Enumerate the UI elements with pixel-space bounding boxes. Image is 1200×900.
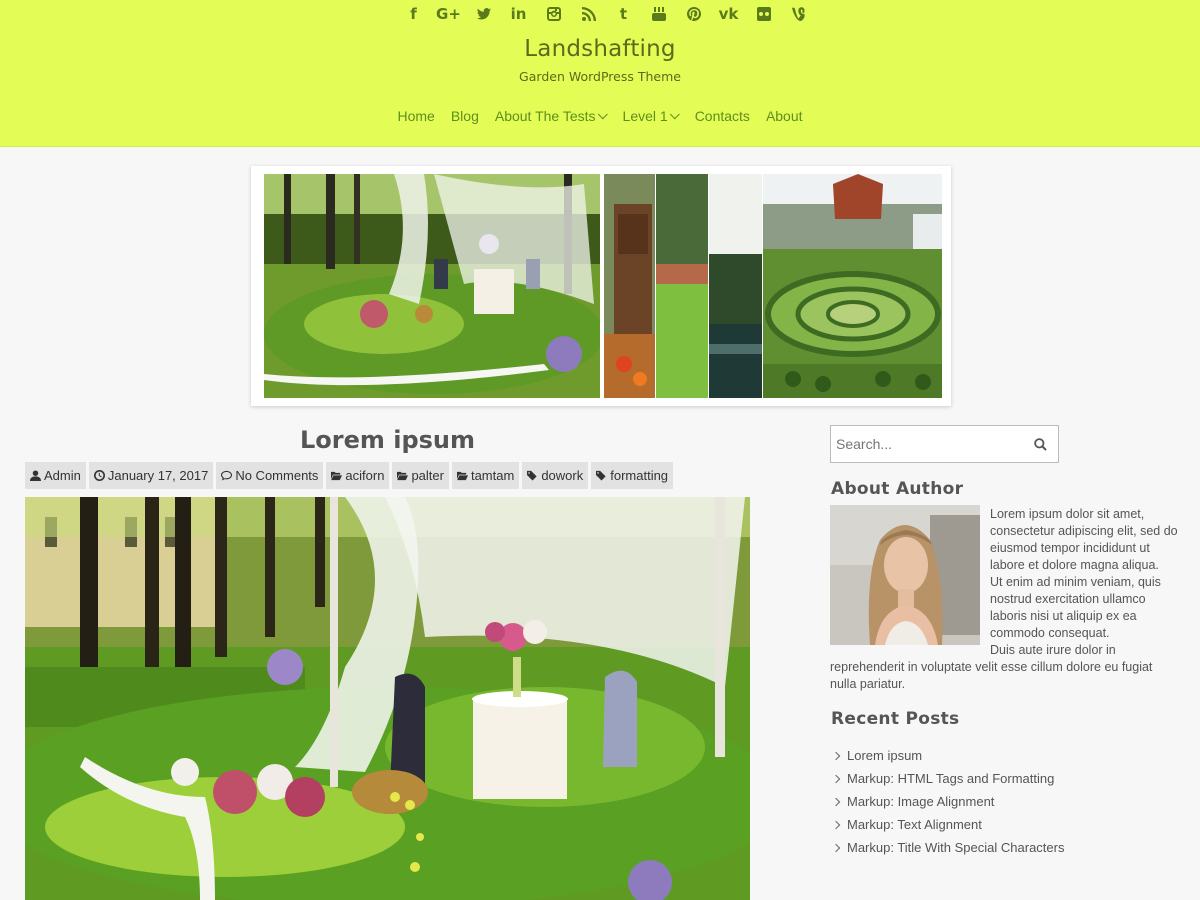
about-author-title: About Author — [831, 479, 964, 499]
recent-post-item[interactable]: Markup: HTML Tags and Formatting — [831, 767, 1064, 790]
search-input[interactable] — [831, 426, 1022, 462]
chevron-right-icon — [831, 820, 841, 829]
category-link[interactable]: palter — [392, 462, 449, 489]
about-author-paragraph: Ut enim ad minim veniam, quis nostrud ex… — [990, 575, 1161, 640]
tags-icon — [596, 470, 606, 481]
chevron-down-icon — [669, 108, 680, 119]
about-author-paragraph: Duis aute irure dolor in reprehenderit i… — [830, 643, 1153, 691]
banner-photo-formal-garden — [763, 174, 942, 398]
chevron-down-icon — [597, 108, 608, 119]
nav-about-label: About — [765, 108, 803, 124]
post-author-name: Admin — [44, 468, 81, 483]
category-link[interactable]: tamtam — [451, 462, 520, 489]
tag-label: dowork — [541, 468, 584, 483]
google-plus-icon[interactable]: G+ — [431, 2, 466, 26]
recent-post-item[interactable]: Lorem ipsum — [831, 744, 1064, 767]
site-header: f G+ in t vk Landshafting Garden WordPre… — [0, 0, 1200, 147]
recent-post-item[interactable]: Markup: Image Alignment — [831, 790, 1064, 813]
recent-post-item[interactable]: Markup: Title With Special Characters — [831, 836, 1065, 859]
post-author[interactable]: Admin — [25, 462, 86, 489]
chevron-right-icon — [831, 797, 841, 806]
nav-home-label: Home — [397, 108, 435, 124]
clock-icon — [93, 470, 105, 481]
instagram-icon[interactable] — [536, 2, 571, 26]
post-meta: Admin January 17, 2017 No Comments acifo… — [25, 462, 674, 489]
category-link[interactable]: aciforn — [326, 462, 390, 489]
recent-post-label: Markup: Title With Special Characters — [847, 840, 1065, 855]
folder-open-icon — [397, 471, 409, 481]
nav-contacts[interactable]: Contacts — [687, 106, 758, 126]
site-title[interactable]: Landshafting — [0, 36, 1200, 62]
recent-post-label: Lorem ipsum — [847, 748, 923, 763]
post-comments[interactable]: No Comments — [216, 462, 324, 489]
nav-contacts-label: Contacts — [694, 108, 750, 124]
tag-label: formatting — [610, 468, 669, 483]
nav-level-1-label: Level 1 — [622, 108, 668, 124]
nav-level-1[interactable]: Level 1 — [615, 106, 687, 126]
recent-posts-list: Lorem ipsum Markup: HTML Tags and Format… — [831, 744, 1065, 859]
search-form — [830, 425, 1059, 463]
banner-photo-wooden-door — [604, 174, 655, 398]
youtube-icon[interactable] — [641, 2, 676, 26]
post-date[interactable]: January 17, 2017 — [88, 462, 214, 489]
site-description: Garden WordPress Theme — [519, 69, 681, 84]
twitter-icon[interactable] — [466, 2, 501, 26]
tag-link[interactable]: formatting — [591, 462, 674, 489]
recent-post-label: Markup: HTML Tags and Formatting — [847, 771, 1055, 786]
chevron-right-icon — [831, 843, 841, 852]
recent-post-label: Markup: Image Alignment — [847, 794, 995, 809]
category-label: tamtam — [470, 468, 515, 483]
author-photo — [830, 505, 980, 645]
post-date-text: January 17, 2017 — [107, 468, 209, 483]
tag-link[interactable]: dowork — [522, 462, 589, 489]
header-banner-image — [251, 166, 951, 406]
banner-photo-garden-curtains — [264, 174, 600, 398]
flickr-icon[interactable] — [746, 2, 781, 26]
nav-about-the-tests-label: About The Tests — [494, 108, 596, 124]
rss-icon[interactable] — [571, 2, 606, 26]
post-featured-image[interactable] — [25, 497, 750, 900]
nav-blog-label: Blog — [450, 108, 479, 124]
nav-about-the-tests[interactable]: About The Tests — [487, 106, 615, 126]
banner-photo-pond — [709, 174, 762, 398]
linkedin-icon[interactable]: in — [501, 2, 536, 26]
nav-about[interactable]: About — [758, 106, 811, 126]
nav-blog[interactable]: Blog — [443, 106, 487, 126]
pinterest-icon[interactable] — [676, 2, 711, 26]
social-links: f G+ in t vk — [396, 2, 816, 26]
recent-post-item[interactable]: Markup: Text Alignment — [831, 813, 1064, 836]
tumblr-icon[interactable]: t — [606, 2, 641, 26]
recent-post-label: Markup: Text Alignment — [847, 817, 982, 832]
chevron-right-icon — [831, 751, 841, 760]
post-title[interactable]: Lorem ipsum — [25, 426, 750, 454]
comment-icon — [221, 470, 233, 481]
chevron-right-icon — [831, 774, 841, 783]
category-label: palter — [411, 468, 444, 483]
search-button[interactable] — [1022, 426, 1058, 462]
user-icon — [30, 470, 41, 481]
recent-posts-title: Recent Posts — [831, 709, 960, 729]
main-navigation: Home Blog About The Tests Level 1 Contac… — [0, 106, 1200, 126]
nav-home[interactable]: Home — [389, 106, 442, 126]
about-author-paragraph: Lorem ipsum dolor sit amet, consectetur … — [990, 507, 1178, 572]
folder-open-icon — [331, 471, 343, 481]
tags-icon — [527, 470, 537, 481]
search-icon — [1033, 437, 1047, 451]
vk-icon[interactable]: vk — [711, 2, 746, 26]
vine-icon[interactable] — [781, 2, 816, 26]
facebook-icon[interactable]: f — [396, 2, 431, 26]
post-comments-text: No Comments — [235, 468, 319, 483]
folder-open-icon — [456, 471, 468, 481]
banner-photo-lawn — [656, 174, 708, 398]
category-label: aciforn — [345, 468, 385, 483]
